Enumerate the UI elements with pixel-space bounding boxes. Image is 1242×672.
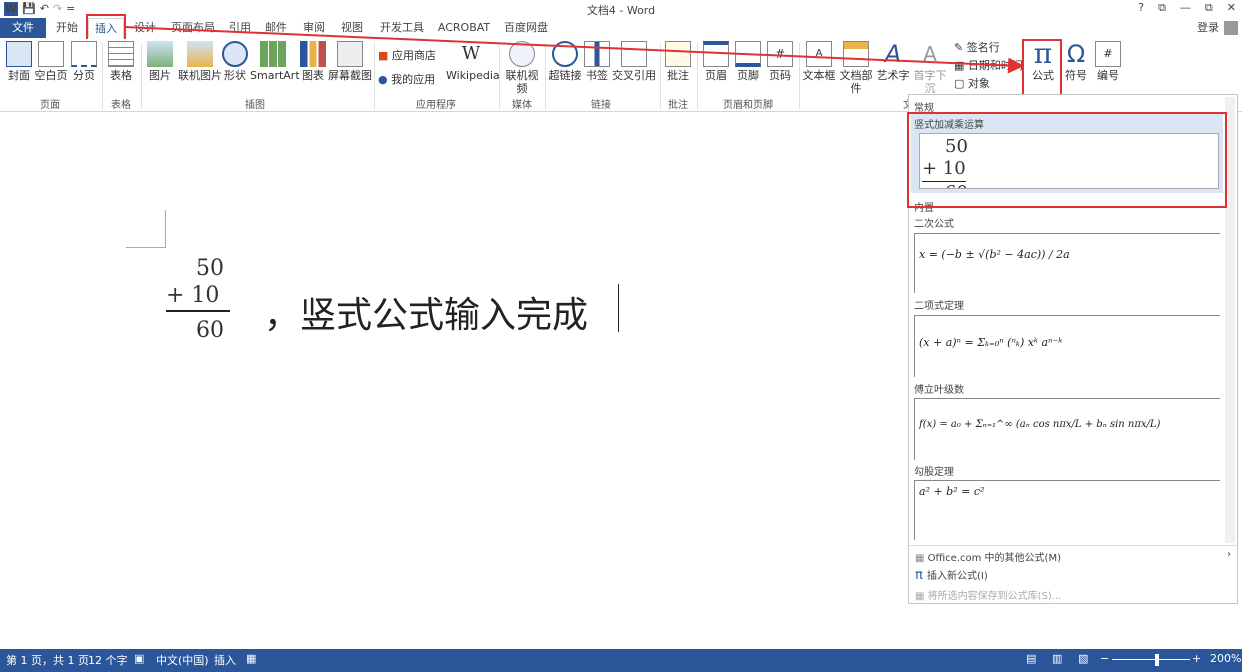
fourier-title: 傅立叶级数 [914,385,964,396]
quadratic-formula[interactable]: x = (−b ± √(b² − 4ac)) / 2a [914,233,1220,293]
pythagorean-formula[interactable]: a² + b² = c² [914,480,1220,540]
binomial-formula[interactable]: (x + a)ⁿ = Σₖ₌₀ⁿ (ⁿₖ) xᵏ aⁿ⁻ᵏ [914,315,1220,377]
zoom-thumb[interactable] [1155,654,1159,666]
arrow-to-equation [123,26,1024,74]
zoom-in-icon[interactable]: + [1192,652,1201,665]
word-count[interactable]: 12 个字 [88,652,128,668]
margin-corner [126,210,166,248]
zoom-out-icon[interactable]: − [1100,652,1109,665]
binomial-title: 二项式定理 [914,301,964,312]
eq-result: 60 [196,318,224,343]
document-sentence: ，竖式公式输入完成 [264,295,589,336]
more-equations-item[interactable]: ▦ Office.com 中的其他公式(M) › [915,549,1231,564]
fourier-formula[interactable]: f(x) = a₀ + Σₙ₌₁^∞ (aₙ cos nπx/L + bₙ si… [914,398,1220,460]
zoom-level[interactable]: 200% [1210,652,1241,665]
status-bar: 第 1 页，共 1 页 12 个字 ▣ 中文(中国) 插入 ▦ ▤ ▥ ▧ − … [0,649,1242,672]
language-status[interactable]: 中文(中国) [156,652,209,668]
print-layout-icon[interactable]: ▥ [1052,652,1062,665]
web-layout-icon[interactable]: ▧ [1078,652,1088,665]
highlight-gallery-item [907,112,1227,208]
quadratic-title: 二次公式 [914,219,954,230]
pi-small-icon: π [915,568,927,583]
pythagorean-title: 勾股定理 [914,467,954,478]
macro-icon[interactable]: ▦ [246,652,256,665]
save-selection-item[interactable]: ▦ 将所选内容保存到公式库(S)... [915,587,1061,602]
save-gallery-icon: ▦ [915,591,928,602]
read-mode-icon[interactable]: ▤ [1026,652,1036,665]
office-icon: ▦ [915,553,928,564]
eq-top: 50 [196,256,224,281]
chevron-right-icon: › [1227,549,1231,560]
zoom-slider[interactable] [1112,659,1190,660]
text-cursor [618,284,619,332]
insert-new-equation-item[interactable]: π 插入新公式(I) [915,567,988,583]
page-count[interactable]: 第 1 页，共 1 页 [6,652,89,668]
eq-rule [166,310,230,312]
proofing-icon[interactable]: ▣ [134,652,144,665]
eq-operand: + 10 [166,283,220,308]
insert-mode[interactable]: 插入 [214,652,236,668]
divider [909,545,1237,546]
